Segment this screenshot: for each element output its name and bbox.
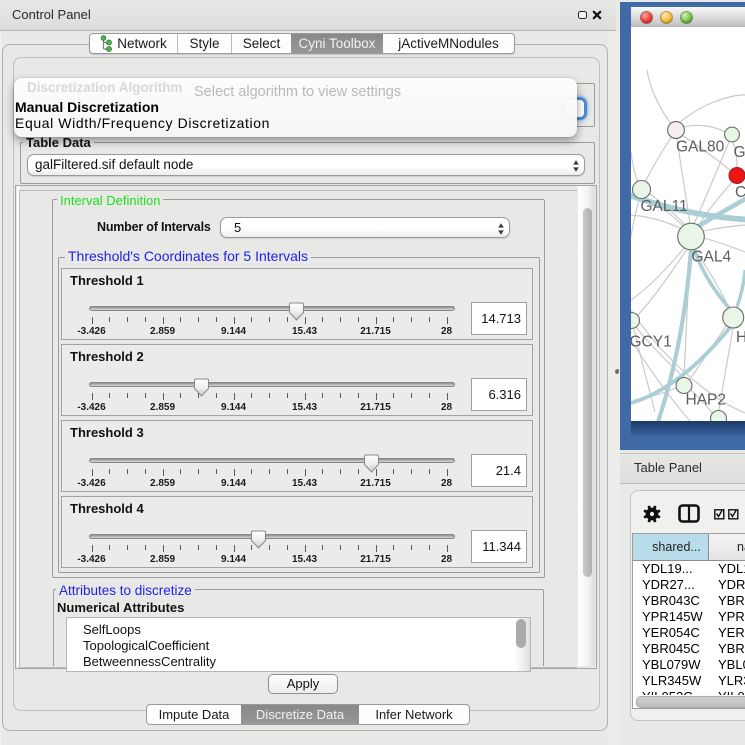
svg-text:GAL4: GAL4: [692, 249, 732, 266]
svg-text:H: H: [736, 329, 745, 346]
svg-text:GAL80: GAL80: [676, 139, 725, 156]
svg-text:C: C: [735, 184, 745, 201]
svg-text:GCY1: GCY1: [631, 334, 672, 351]
svg-text:HAP2: HAP2: [686, 392, 727, 409]
svg-text:GAL11: GAL11: [641, 198, 688, 215]
svg-text:GA: GA: [734, 144, 745, 161]
